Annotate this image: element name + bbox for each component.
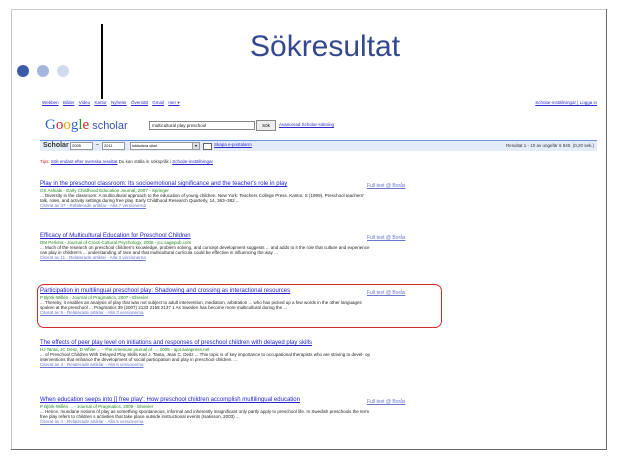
result-snippet: ... Much of the research on preschool ch…: [40, 245, 370, 256]
swedish-results-link[interactable]: Sök endast efter svenska resultat: [51, 159, 118, 164]
nav-webben[interactable]: Webben: [42, 100, 59, 105]
nav-bilder[interactable]: Bilder: [63, 100, 75, 105]
accent-dot: [37, 65, 49, 77]
slide-title: Sökresultat: [250, 30, 401, 63]
full-text-link[interactable]: Full text @ Borås: [367, 399, 405, 405]
result-snippet: ... Thereby, it enables an analysis of p…: [40, 300, 362, 311]
nav-gmail[interactable]: Gmail: [152, 100, 164, 105]
scholar-settings-link[interactable]: Scholar-inställningar: [172, 159, 213, 164]
scholar-label: Scholar: [43, 142, 69, 149]
nav-nyheter[interactable]: Nyheter: [111, 100, 127, 105]
result-title[interactable]: The effects of peer play level on initia…: [40, 340, 370, 347]
result-links[interactable]: Citerat av 9 - Relaterade artiklar - All…: [40, 310, 440, 315]
result-links[interactable]: Citerat av 4 - Relaterade artiklar - All…: [40, 419, 440, 424]
year-from-input[interactable]: 2005: [70, 142, 93, 150]
result-links[interactable]: Citerat av 3 - Relaterade artiklar - All…: [40, 362, 440, 367]
result-links[interactable]: Citerat av 11 - Relaterade artiklar - Al…: [40, 255, 440, 260]
account-links[interactable]: Scholar-inställningar | Logga in: [535, 100, 597, 105]
result-links[interactable]: Citerat av 37 - Relaterade artiklar - Al…: [40, 203, 440, 208]
tip-text: Du kan ställa in sökspråk i: [118, 159, 171, 164]
nav-kartor[interactable]: Kartor: [94, 100, 106, 105]
full-text-link[interactable]: Full text @ Borås: [367, 290, 405, 296]
full-text-link[interactable]: Full text @ Borås: [367, 183, 405, 189]
result-snippet: ... Hence, mundane notions of play as so…: [40, 409, 370, 420]
accent-dot: [17, 65, 29, 77]
slide: Sökresultat Webben Bilder Video Kartor N…: [0, 0, 621, 462]
nav-video[interactable]: Video: [79, 100, 90, 105]
search-input[interactable]: multicultural play preschool: [149, 121, 255, 130]
results-count: Resultat 1 - 10 av ungefär 6 940. (0,20 …: [505, 143, 594, 148]
accent-dot: [57, 65, 69, 77]
nav-oversatt[interactable]: Översätt: [131, 100, 148, 105]
citation-select[interactable]: inkludera citat: [130, 142, 193, 150]
top-nav: Webben Bilder Video Kartor Nyheter Övers…: [42, 100, 183, 106]
full-text-link[interactable]: Full text @ Borås: [367, 235, 405, 241]
create-alert-link[interactable]: Skapa e-postalarm: [214, 142, 252, 147]
result-snippet: ... Diversity in the classroom: A multic…: [40, 193, 364, 204]
year-to-input[interactable]: 2011: [102, 142, 125, 150]
year-dash: –: [96, 142, 99, 148]
tip-label: Tips:: [40, 159, 50, 164]
filter-bar: Scholar 2005 – 2011 inkludera citat ▾ Sk…: [40, 140, 597, 151]
advanced-search-link[interactable]: Avancerad Scholar-sökning: [279, 122, 334, 127]
tip-line: Tips: Sök endast efter svenska resultat …: [40, 159, 213, 164]
search-button[interactable]: Sök: [256, 120, 276, 131]
scholar-screenshot: Webben Bilder Video Kartor Nyheter Övers…: [35, 99, 599, 445]
result-snippet: ... of Preschool Children With Delayed P…: [40, 352, 370, 363]
result-item: The effects of peer play level on initia…: [40, 340, 440, 367]
mail-icon[interactable]: [203, 143, 212, 150]
nav-more[interactable]: mer ▾: [168, 100, 179, 105]
chevron-down-icon[interactable]: ▾: [192, 142, 200, 150]
google-scholar-logo[interactable]: Google scholar: [45, 117, 128, 134]
